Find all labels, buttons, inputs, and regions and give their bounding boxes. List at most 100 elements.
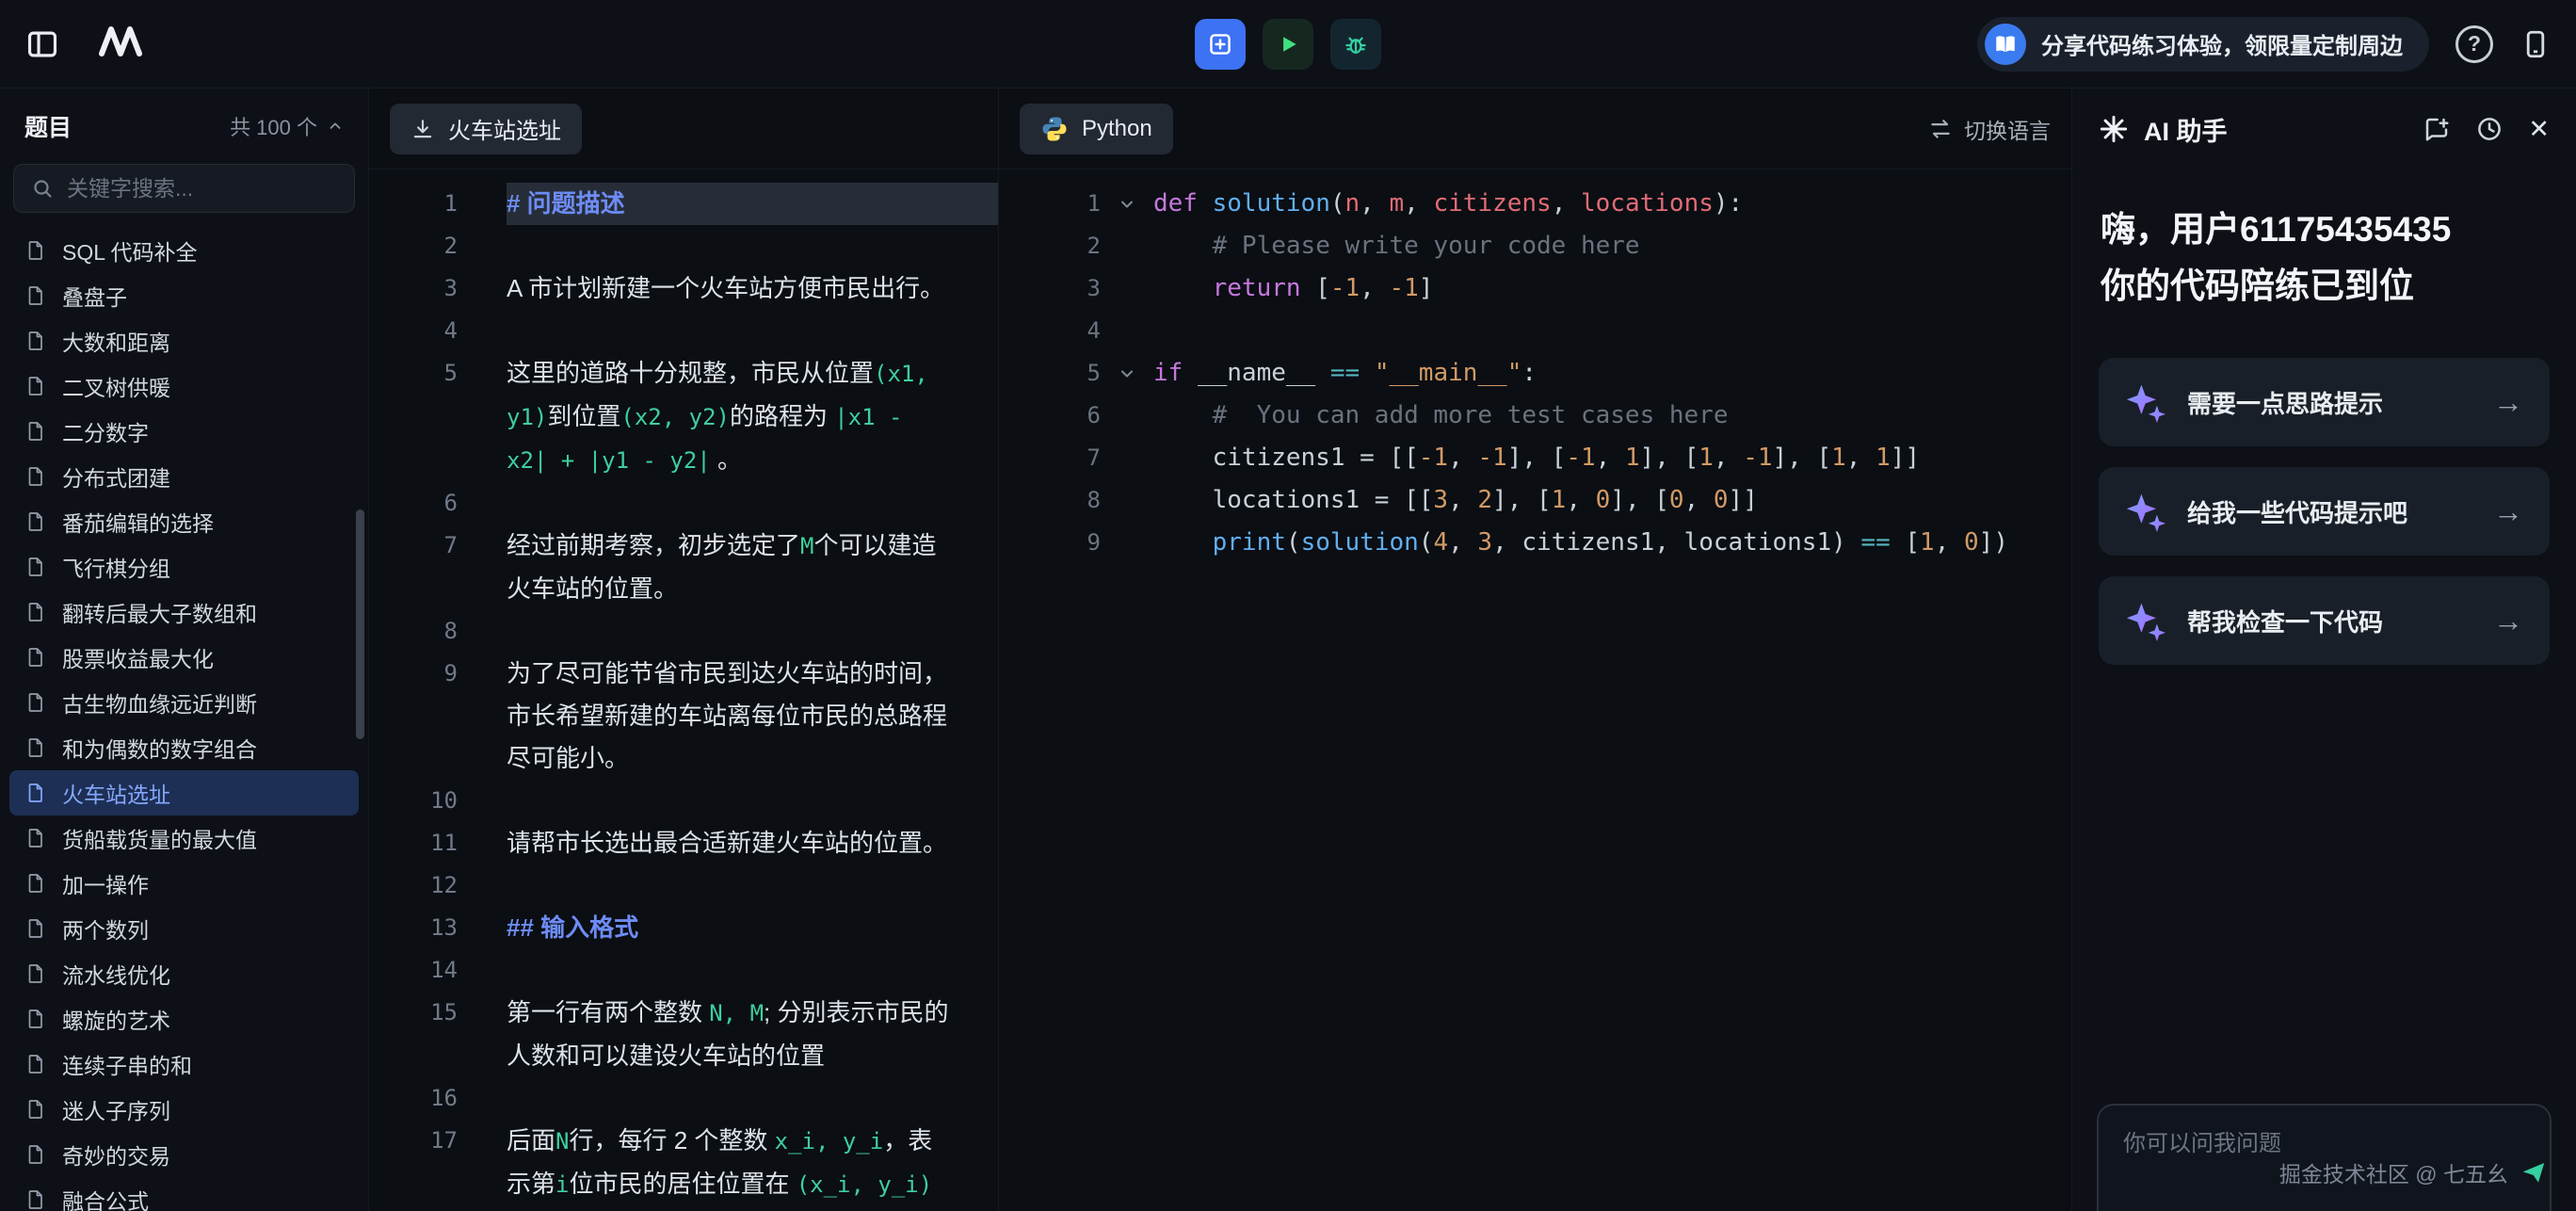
sidebar-item[interactable]: 流水线优化 xyxy=(9,951,359,996)
sparkle-icon xyxy=(2099,114,2129,144)
problem-tab[interactable]: 火车站选址 xyxy=(390,104,582,154)
fold-chevron-icon[interactable] xyxy=(1101,183,1153,225)
suggestion-label: 需要一点思路提示 xyxy=(2187,385,2383,420)
new-chat-icon[interactable] xyxy=(2423,115,2451,143)
search-input[interactable] xyxy=(67,176,337,202)
switch-language-button[interactable]: 切换语言 xyxy=(1928,113,2051,145)
sidebar-item-label: 二叉树供暖 xyxy=(62,370,170,402)
document-icon xyxy=(24,646,47,669)
line-number: 2 xyxy=(999,225,1101,267)
search-box[interactable] xyxy=(13,164,355,213)
fold-gutter xyxy=(1101,437,1153,479)
problem-line: 8 xyxy=(369,610,998,653)
sidebar-item[interactable]: 融合公式 xyxy=(9,1177,359,1211)
sidebar-item[interactable]: 二叉树供暖 xyxy=(9,363,359,409)
sidebar: 题目 共 100 个 SQL 代码补全叠盘子大数和距离二叉树供暖二分数字分布式团… xyxy=(0,89,369,1211)
sidebar-item[interactable]: 迷人子序列 xyxy=(9,1087,359,1132)
sidebar-header: 题目 共 100 个 xyxy=(24,109,344,143)
ai-suggestion-card[interactable]: 帮我检查一下代码→ xyxy=(2099,576,2550,665)
code-line-text: if __name__ == "__main__": xyxy=(1153,352,1537,395)
sidebar-toggle-button[interactable] xyxy=(24,26,60,62)
sidebar-item[interactable]: 翻转后最大子数组和 xyxy=(9,589,359,635)
sidebar-item[interactable]: 货船载货量的最大值 xyxy=(9,815,359,861)
close-icon[interactable]: ✕ xyxy=(2528,117,2550,142)
line-number: 9 xyxy=(369,653,507,695)
line-number: 6 xyxy=(369,482,507,525)
send-icon[interactable] xyxy=(2520,1158,2548,1187)
logo[interactable] xyxy=(94,23,153,65)
sidebar-item[interactable]: 飞行棋分组 xyxy=(9,544,359,589)
line-number: 17 xyxy=(369,1120,507,1162)
document-icon xyxy=(24,1053,47,1075)
sidebar-item[interactable]: 连续子串的和 xyxy=(9,1041,359,1087)
problem-line-text: ## 输入格式 xyxy=(507,907,998,949)
sidebar-item[interactable]: 股票收益最大化 xyxy=(9,635,359,680)
code-tabbar: Python 切换语言 xyxy=(999,89,2071,170)
sidebar-item-label: 连续子串的和 xyxy=(62,1048,192,1080)
language-tab[interactable]: Python xyxy=(1020,104,1173,154)
document-icon xyxy=(24,1098,47,1121)
line-number: 4 xyxy=(999,310,1101,352)
history-icon[interactable] xyxy=(2475,115,2504,143)
sidebar-item[interactable]: 番茄编辑的选择 xyxy=(9,499,359,544)
document-icon xyxy=(24,556,47,578)
fold-gutter xyxy=(1101,479,1153,522)
problem-line-text: 这里的道路十分规整，市民从位置(x1, y1)到位置(x2, y2)的路程为 |… xyxy=(507,352,998,482)
download-icon xyxy=(411,117,435,141)
sidebar-item[interactable]: SQL 代码补全 xyxy=(9,228,359,273)
fold-gutter xyxy=(1101,522,1153,564)
sidebar-item[interactable]: 和为偶数的数字组合 xyxy=(9,725,359,770)
sidebar-item[interactable]: 奇妙的交易 xyxy=(9,1132,359,1177)
sidebar-item[interactable]: 二分数字 xyxy=(9,409,359,454)
help-icon[interactable]: ? xyxy=(2455,25,2493,63)
document-icon xyxy=(24,736,47,759)
sidebar-item[interactable]: 叠盘子 xyxy=(9,273,359,318)
ai-suggestion-card[interactable]: 需要一点思路提示→ xyxy=(2099,358,2550,446)
sidebar-item-label: 和为偶数的数字组合 xyxy=(62,732,257,764)
ai-suggestion-card[interactable]: 给我一些代码提示吧→ xyxy=(2099,467,2550,556)
fold-gutter xyxy=(1101,310,1153,352)
sidebar-item[interactable]: 大数和距离 xyxy=(9,318,359,363)
line-number: 1 xyxy=(999,183,1101,225)
promo-banner[interactable]: 分享代码练习体验，领限量定制周边 xyxy=(1977,17,2429,72)
run-button[interactable] xyxy=(1263,19,1313,70)
problem-line: 1# 问题描述 xyxy=(369,183,998,225)
plus-square-icon xyxy=(1207,31,1233,57)
problem-line-text xyxy=(507,864,998,907)
problem-line-text: # 问题描述 xyxy=(507,183,998,225)
problem-line: 11请帮市长选出最合适新建火车站的位置。 xyxy=(369,822,998,864)
add-button[interactable] xyxy=(1195,19,1246,70)
line-number: 9 xyxy=(999,522,1101,564)
sparkle-gradient-icon xyxy=(2125,491,2166,532)
fold-chevron-icon[interactable] xyxy=(1101,352,1153,395)
code-line-text: # Please write your code here xyxy=(1153,225,1640,267)
sidebar-item[interactable]: 分布式团建 xyxy=(9,454,359,499)
problem-editor[interactable]: 1# 问题描述2 3A 市计划新建一个火车站方便市民出行。4 5这里的道路十分规… xyxy=(369,170,998,1211)
code-editor[interactable]: 1def solution(n, m, citizens, locations)… xyxy=(999,170,2071,1211)
sidebar-scrollbar[interactable] xyxy=(356,509,364,739)
sidebar-item[interactable]: 火车站选址 xyxy=(9,770,359,815)
mobile-icon[interactable] xyxy=(2520,28,2552,60)
sidebar-item[interactable]: 古生物血缘远近判断 xyxy=(9,680,359,725)
problem-panel: 火车站选址 1# 问题描述2 3A 市计划新建一个火车站方便市民出行。4 5这里… xyxy=(369,89,998,1211)
sparkle-gradient-icon xyxy=(2125,600,2166,641)
debug-button[interactable] xyxy=(1330,19,1381,70)
problem-line-text: A 市计划新建一个火车站方便市民出行。 xyxy=(507,267,998,310)
ai-greeting-line1: 嗨，用户61175435435 xyxy=(2101,202,2548,258)
problem-line: 13## 输入格式 xyxy=(369,907,998,949)
sidebar-item-label: 流水线优化 xyxy=(62,958,170,990)
watermark-text: 掘金技术社区 @ 七五幺 xyxy=(2279,1156,2508,1188)
document-icon xyxy=(24,284,47,307)
chevron-up-icon[interactable] xyxy=(327,118,344,135)
sidebar-item-label: 融合公式 xyxy=(62,1184,149,1211)
sidebar-item-label: 分布式团建 xyxy=(62,460,170,492)
sidebar-item[interactable]: 加一操作 xyxy=(9,861,359,906)
problem-line-text: 第一行有两个整数 N, M; 分别表示市民的人数和可以建设火车站的位置 xyxy=(507,992,998,1077)
document-icon xyxy=(24,827,47,849)
problem-line: 2 xyxy=(369,225,998,267)
sidebar-item[interactable]: 螺旋的艺术 xyxy=(9,996,359,1041)
sidebar-item[interactable]: 两个数列 xyxy=(9,906,359,951)
line-number: 15 xyxy=(369,992,507,1034)
line-number: 4 xyxy=(369,310,507,352)
problem-line: 17后面N行，每行 2 个整数 x_i, y_i，表示第i位市民的居住位置在 (… xyxy=(369,1120,998,1206)
